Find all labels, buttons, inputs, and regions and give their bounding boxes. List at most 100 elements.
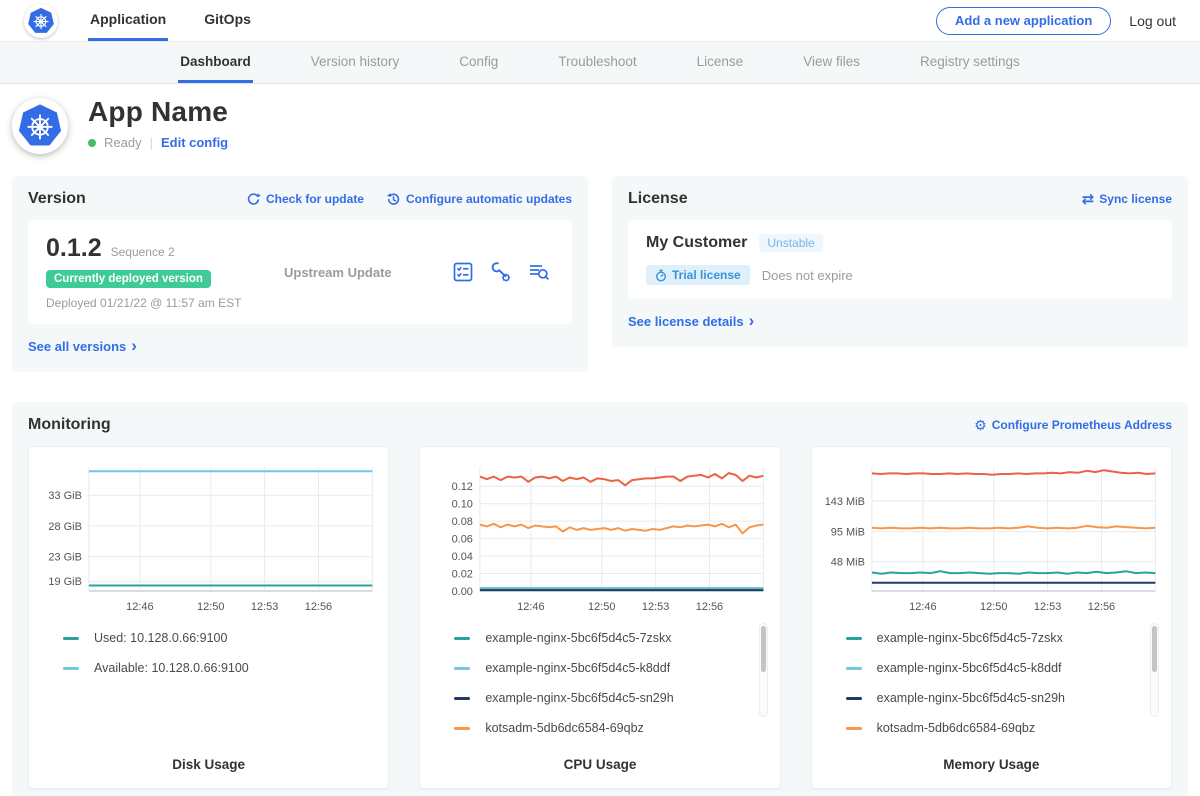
version-card: Version Check for update Configure au: [12, 176, 588, 372]
edit-config-link[interactable]: Edit config: [161, 135, 228, 150]
legend-label: kotsadm-5db6dc6584-69qbz: [877, 721, 1035, 735]
chart-title: CPU Usage: [428, 757, 771, 772]
scrollbar-thumb[interactable]: [1152, 626, 1157, 672]
memory-usage-panel: 48 MiB95 MiB143 MiB12:4612:5012:5312:56 …: [811, 446, 1172, 789]
divider: |: [150, 135, 153, 150]
subnav-tab-license[interactable]: License: [695, 42, 746, 83]
legend-item: example-nginx-5bc6f5d4c5-k8ddf: [454, 661, 753, 675]
svg-text:28 GiB: 28 GiB: [48, 521, 82, 533]
svg-text:19 GiB: 19 GiB: [48, 576, 82, 588]
license-card-title: License: [628, 190, 688, 208]
subnav-tab-dashboard[interactable]: Dashboard: [178, 42, 253, 83]
svg-text:48 MiB: 48 MiB: [830, 557, 864, 569]
legend-label: kotsadm-5db6dc6584-69qbz: [485, 721, 643, 735]
subnav-tab-view-files[interactable]: View files: [801, 42, 862, 83]
version-source: Upstream Update: [276, 265, 452, 280]
legend-swatch: [63, 667, 79, 670]
svg-text:12:56: 12:56: [1087, 601, 1114, 613]
logout-link[interactable]: Log out: [1129, 13, 1176, 29]
app-kubernetes-logo-icon: [12, 98, 68, 154]
disk-usage-chart: 19 GiB23 GiB28 GiB33 GiB12:4612:5012:531…: [37, 457, 380, 617]
license-expiry: Does not expire: [762, 268, 853, 283]
cpu-usage-legend: example-nginx-5bc6f5d4c5-7zskx example-ng…: [428, 617, 771, 751]
svg-text:0.04: 0.04: [452, 551, 473, 563]
channel-badge: Unstable: [759, 234, 822, 252]
monitoring-title: Monitoring: [28, 416, 111, 434]
add-new-application-button[interactable]: Add a new application: [936, 7, 1111, 35]
svg-text:0.10: 0.10: [452, 499, 473, 511]
monitoring-card: Monitoring ⚙ Configure Prometheus Addres…: [12, 402, 1188, 796]
tab-application-label: Application: [90, 11, 166, 27]
subnav-tab-troubleshoot[interactable]: Troubleshoot: [556, 42, 638, 83]
version-sequence: Sequence 2: [111, 245, 175, 259]
legend-label: example-nginx-5bc6f5d4c5-sn29h: [877, 691, 1065, 705]
tab-application[interactable]: Application: [88, 0, 168, 41]
configure-automatic-updates-label: Configure automatic updates: [406, 192, 572, 206]
scrollbar-thumb[interactable]: [761, 626, 766, 672]
configure-prometheus-label: Configure Prometheus Address: [992, 418, 1172, 432]
legend-item: example-nginx-5bc6f5d4c5-7zskx: [454, 631, 753, 645]
version-number: 0.1.2: [46, 234, 102, 263]
svg-text:12:50: 12:50: [980, 601, 1007, 613]
deploy-logs-icon[interactable]: [528, 261, 550, 283]
svg-text:0.08: 0.08: [452, 516, 473, 528]
legend-swatch: [454, 637, 470, 640]
trial-license-badge: Trial license: [646, 265, 750, 285]
legend-label: example-nginx-5bc6f5d4c5-sn29h: [485, 691, 673, 705]
svg-text:12:53: 12:53: [1034, 601, 1061, 613]
subnav-tab-version-history[interactable]: Version history: [309, 42, 402, 83]
subnav-tab-config[interactable]: Config: [457, 42, 500, 83]
trial-license-label: Trial license: [672, 268, 741, 282]
legend-item: example-nginx-5bc6f5d4c5-sn29h: [846, 691, 1145, 705]
config-wrench-icon[interactable]: [490, 261, 512, 283]
legend-swatch: [846, 667, 862, 670]
legend-scrollbar[interactable]: [1150, 623, 1159, 717]
app-header: App Name Ready | Edit config: [0, 84, 1200, 158]
legend-item: kotsadm-5db6dc6584-69qbz: [846, 721, 1145, 735]
svg-text:12:46: 12:46: [909, 601, 936, 613]
check-for-update-link[interactable]: Check for update: [246, 192, 364, 207]
legend-label: example-nginx-5bc6f5d4c5-k8ddf: [877, 661, 1062, 675]
top-navbar: Application GitOps Add a new application…: [0, 0, 1200, 42]
see-all-versions-link[interactable]: See all versions ›: [28, 339, 137, 354]
svg-text:0.12: 0.12: [452, 481, 473, 493]
legend-item: example-nginx-5bc6f5d4c5-sn29h: [454, 691, 753, 705]
legend-swatch: [63, 637, 79, 640]
cpu-usage-panel: 0.000.020.040.060.080.100.1212:4612:5012…: [419, 446, 780, 789]
chart-title: Disk Usage: [37, 757, 380, 772]
subnav-tab-registry-settings[interactable]: Registry settings: [918, 42, 1022, 83]
tab-gitops[interactable]: GitOps: [202, 0, 253, 41]
legend-label: example-nginx-5bc6f5d4c5-k8ddf: [485, 661, 670, 675]
svg-text:12:46: 12:46: [126, 601, 153, 613]
stopwatch-icon: [655, 269, 667, 282]
legend-swatch: [846, 637, 862, 640]
customer-name: My Customer: [646, 234, 747, 252]
gear-icon: ⚙: [974, 418, 987, 432]
see-all-versions-label: See all versions: [28, 339, 126, 354]
sync-license-link[interactable]: ⇄ Sync license: [1082, 192, 1172, 207]
legend-label: Used: 10.128.0.66:9100: [94, 631, 227, 645]
see-license-details-link[interactable]: See license details ›: [628, 314, 754, 329]
current-version-box: 0.1.2 Sequence 2 Currently deployed vers…: [28, 220, 572, 324]
chart-title: Memory Usage: [820, 757, 1163, 772]
configure-prometheus-link[interactable]: ⚙ Configure Prometheus Address: [974, 418, 1172, 432]
page-title: App Name: [88, 96, 228, 128]
deployed-version-badge: Currently deployed version: [46, 270, 211, 288]
svg-text:95 MiB: 95 MiB: [830, 527, 864, 539]
svg-text:12:50: 12:50: [197, 601, 224, 613]
configure-automatic-updates-link[interactable]: Configure automatic updates: [386, 192, 572, 207]
svg-text:12:46: 12:46: [518, 601, 545, 613]
legend-scrollbar[interactable]: [759, 623, 768, 717]
status-dot-icon: [88, 139, 96, 147]
cpu-usage-chart: 0.000.020.040.060.080.100.1212:4612:5012…: [428, 457, 771, 617]
legend-item: Used: 10.128.0.66:9100: [63, 631, 362, 645]
preflight-checks-icon[interactable]: [452, 261, 474, 283]
svg-text:12:53: 12:53: [251, 601, 278, 613]
svg-text:23 GiB: 23 GiB: [48, 552, 82, 564]
brand-logo: [24, 0, 58, 41]
license-details-box: My Customer Unstable Trial license Does …: [628, 220, 1172, 299]
legend-item: example-nginx-5bc6f5d4c5-k8ddf: [846, 661, 1145, 675]
disk-usage-panel: 19 GiB23 GiB28 GiB33 GiB12:4612:5012:531…: [28, 446, 389, 789]
svg-text:33 GiB: 33 GiB: [48, 490, 82, 502]
svg-text:0.02: 0.02: [452, 568, 473, 580]
